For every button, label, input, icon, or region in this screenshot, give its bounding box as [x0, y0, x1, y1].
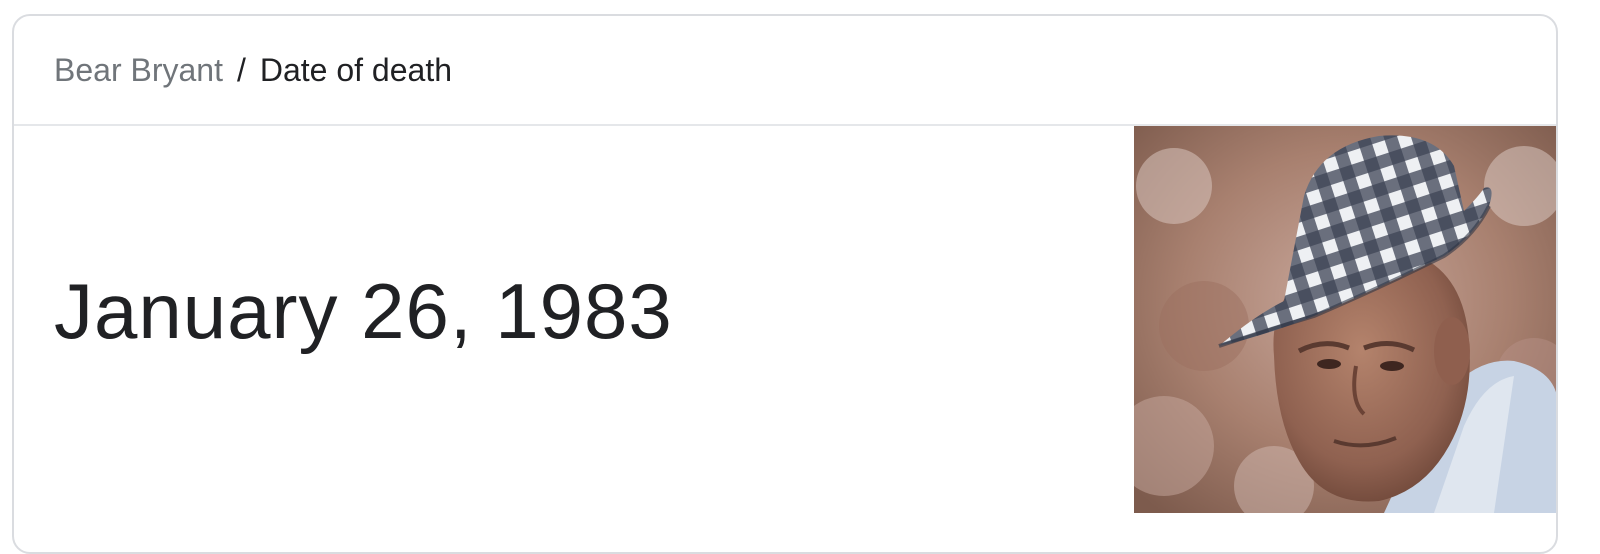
- answer-card: Bear Bryant / Date of death January 26, 19…: [12, 14, 1558, 554]
- breadcrumb-attribute: Date of death: [259, 52, 452, 88]
- breadcrumb-entity-link[interactable]: Bear Bryant: [54, 52, 223, 88]
- answer-value: January 26, 1983: [54, 267, 673, 355]
- card-header: Bear Bryant / Date of death: [14, 16, 1556, 126]
- breadcrumb: Bear Bryant / Date of death: [54, 50, 452, 90]
- breadcrumb-separator: /: [236, 52, 246, 88]
- entity-photo[interactable]: [1134, 126, 1556, 513]
